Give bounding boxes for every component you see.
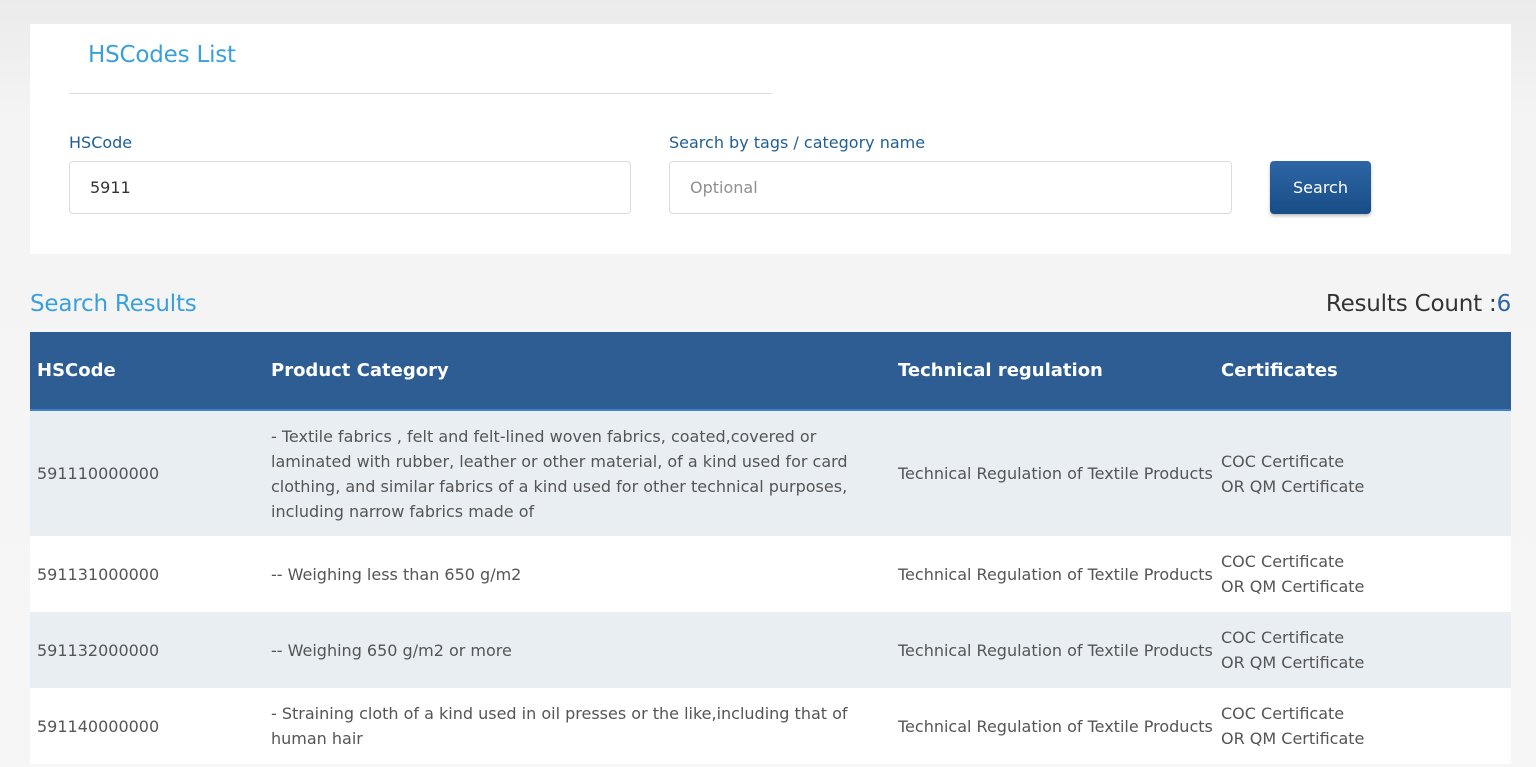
hscode-cell: 591140000000 <box>37 716 160 736</box>
column-header-hscode[interactable]: HSCode <box>30 332 264 410</box>
certificate-line: COC Certificate <box>1221 704 1345 723</box>
hscode-label: HSCode <box>69 133 133 152</box>
results-count-value: 6 <box>1496 291 1512 317</box>
column-header-certificates[interactable]: Certificates <box>1214 332 1511 410</box>
certificates-cell: COC Certificate OR QM Certificate <box>1214 536 1511 612</box>
category-cell: - Straining cloth of a kind used in oil … <box>271 704 848 748</box>
search-button[interactable]: Search <box>1270 161 1371 214</box>
results-title: Search Results <box>30 291 197 317</box>
column-header-technical-regulation[interactable]: Technical regulation <box>891 332 1214 410</box>
certificates-cell: COC Certificate OR QM Certificate <box>1214 688 1511 764</box>
regulation-cell: Technical Regulation of Textile Products <box>898 464 1213 483</box>
hscode-cell: 591132000000 <box>37 640 160 660</box>
regulation-cell: Technical Regulation of Textile Products <box>898 564 1213 584</box>
category-cell: - Textile fabrics , felt and felt-lined … <box>271 426 848 521</box>
certificates-cell: COC Certificate OR QM Certificate <box>1214 410 1511 536</box>
category-cell: -- Weighing 650 g/m2 or more <box>271 640 512 660</box>
table-row[interactable]: 591131000000 -- Weighing less than 650 g… <box>30 536 1511 612</box>
column-header-product-category[interactable]: Product Category <box>264 332 891 410</box>
tags-search-input[interactable] <box>669 161 1232 214</box>
table-row[interactable]: 591110000000 - Textile fabrics , felt an… <box>30 410 1511 536</box>
page: HSCodes List HSCode Search by tags / cat… <box>0 0 1536 767</box>
certificate-line: COC Certificate <box>1221 628 1345 647</box>
tags-label: Search by tags / category name <box>669 133 926 152</box>
hscode-input[interactable] <box>69 161 631 214</box>
regulation-cell: Technical Regulation of Textile Products <box>898 716 1213 736</box>
search-panel: HSCodes List HSCode Search by tags / cat… <box>30 24 1511 254</box>
certificate-line: COC Certificate <box>1221 451 1345 471</box>
regulation-cell: Technical Regulation of Textile Products <box>898 640 1213 660</box>
certificate-line: OR QM Certificate <box>1221 577 1365 596</box>
category-cell: -- Weighing less than 650 g/m2 <box>271 564 522 584</box>
certificate-line: OR QM Certificate <box>1221 729 1365 748</box>
certificates-cell: COC Certificate OR QM Certificate <box>1214 612 1511 688</box>
hscode-cell: 591110000000 <box>37 464 160 483</box>
results-table: HSCode Product Category Technical regula… <box>30 332 1511 764</box>
page-title: HSCodes List <box>88 42 236 68</box>
results-count: Results Count :6 <box>1326 291 1511 317</box>
results-count-label: Results Count : <box>1325 291 1497 317</box>
certificate-line: OR QM Certificate <box>1221 653 1365 672</box>
table-body: 591110000000 - Textile fabrics , felt an… <box>30 410 1511 764</box>
hscode-cell: 591131000000 <box>37 564 160 584</box>
certificate-line: COC Certificate <box>1221 552 1345 571</box>
table-header-row: HSCode Product Category Technical regula… <box>30 332 1511 410</box>
title-divider <box>69 93 772 94</box>
certificate-line: OR QM Certificate <box>1221 476 1365 496</box>
table-header: HSCode Product Category Technical regula… <box>30 332 1511 410</box>
table-row[interactable]: 591140000000 - Straining cloth of a kind… <box>30 688 1511 764</box>
table-row[interactable]: 591132000000 -- Weighing 650 g/m2 or mor… <box>30 612 1511 688</box>
